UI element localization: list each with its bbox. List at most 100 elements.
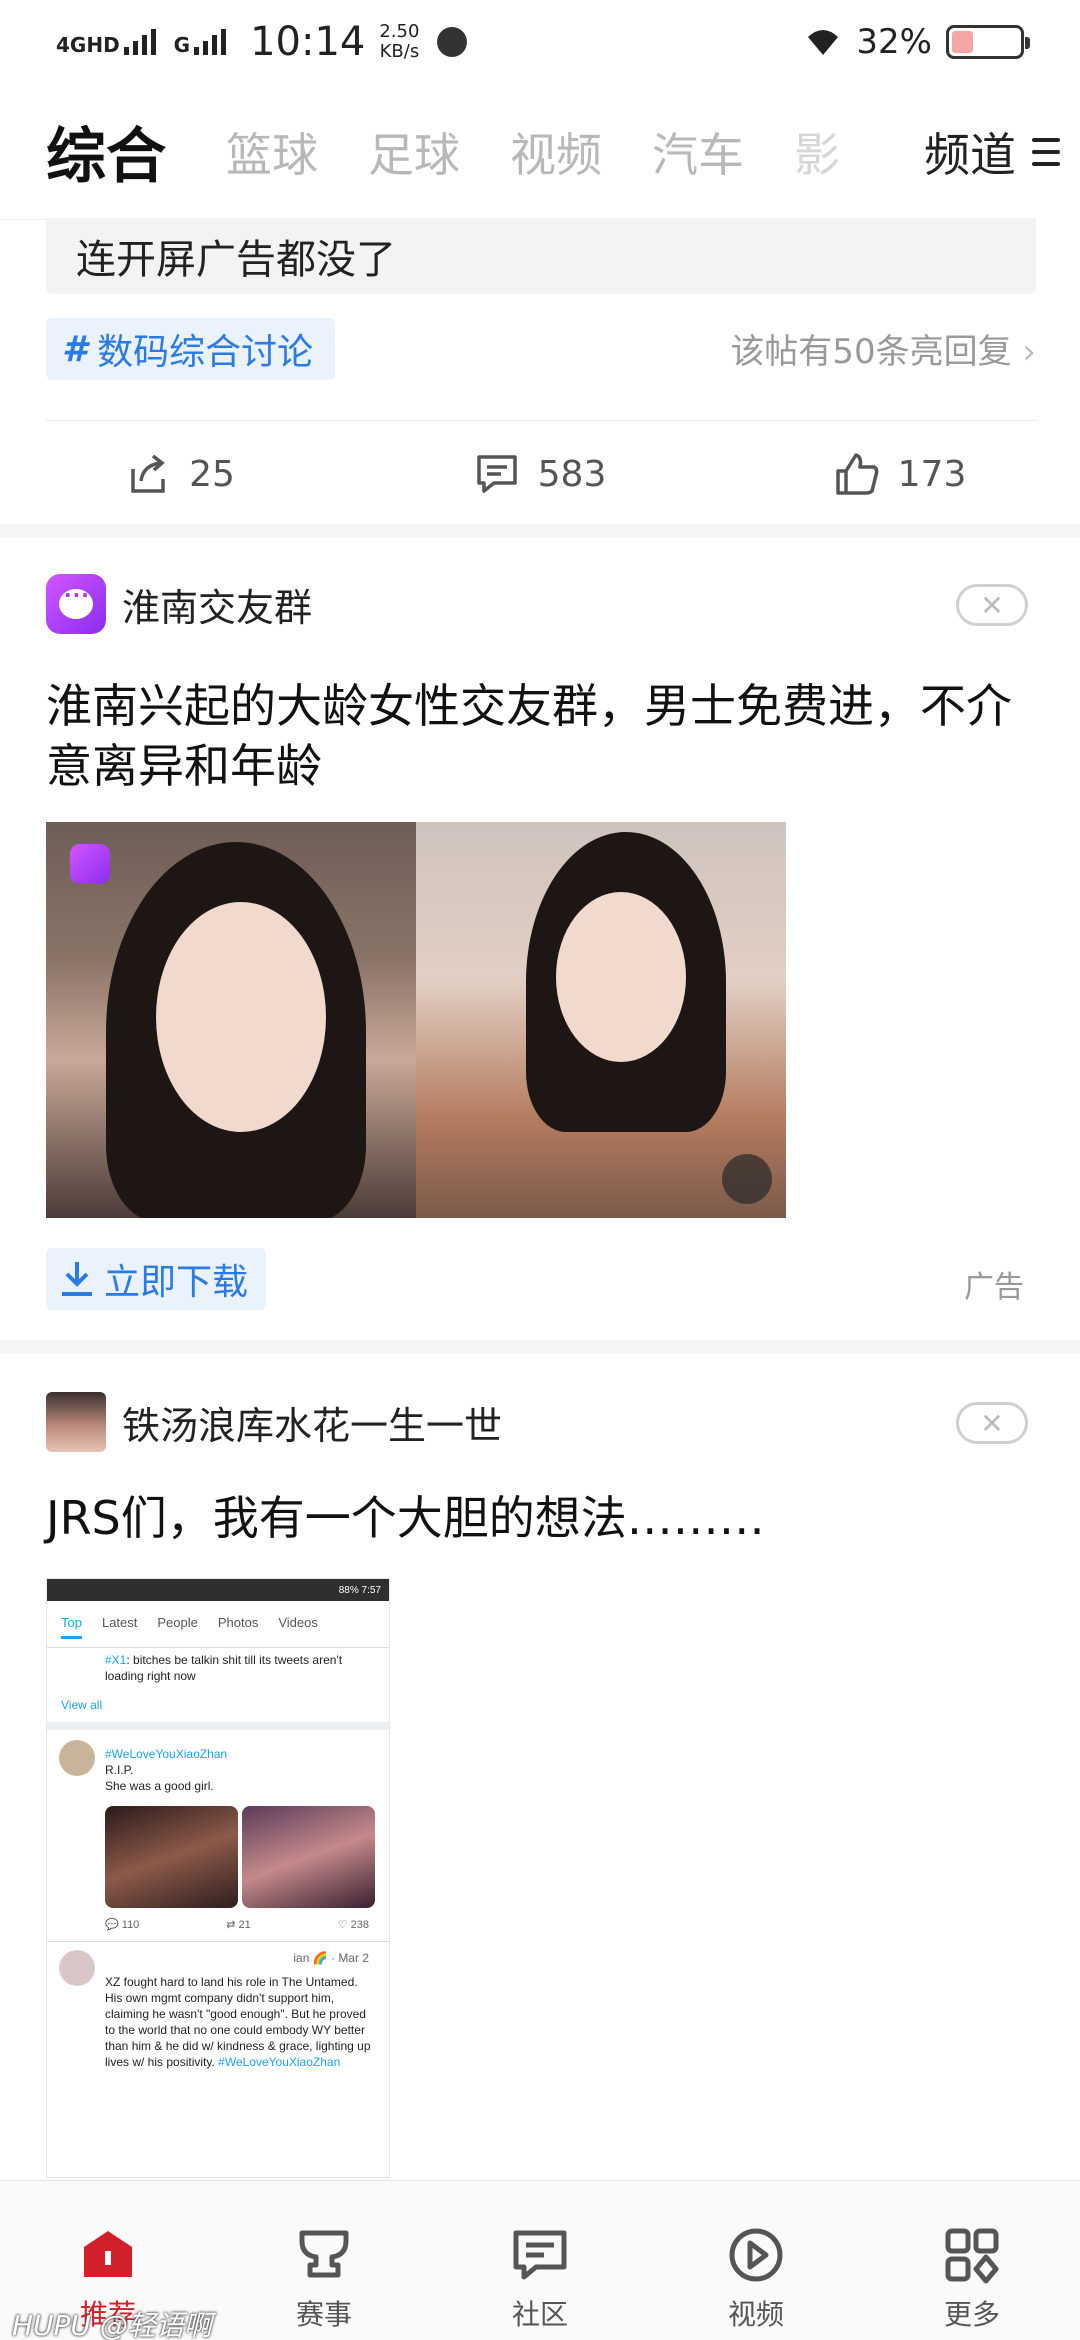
- section-separator-2: [0, 1340, 1080, 1354]
- divider: [46, 420, 1036, 421]
- ad-photo-left: [46, 822, 416, 1218]
- nav-community-label: 社区: [511, 2298, 568, 2331]
- nav-more-label: 更多: [943, 2298, 1000, 2331]
- close-icon: ✕: [980, 1406, 1004, 1440]
- battery-percentage: 32%: [856, 22, 932, 62]
- nav-community[interactable]: 社区: [432, 2181, 648, 2340]
- cellular-signal-2: G: [173, 29, 227, 57]
- comment-count: 583: [537, 453, 607, 495]
- download-button[interactable]: 立即下载: [46, 1248, 267, 1310]
- close-post-button[interactable]: ✕: [956, 1402, 1028, 1444]
- shot-likes: ♡ 238: [337, 1919, 369, 1931]
- home-icon: [84, 2231, 132, 2277]
- tab-video[interactable]: 视频: [510, 119, 602, 185]
- channel-button[interactable]: 频道: [850, 84, 1080, 220]
- shot-replies: 💬 110: [105, 1919, 140, 1931]
- battery-icon: [946, 25, 1030, 59]
- nav-video[interactable]: 视频: [648, 2181, 864, 2340]
- shot-tab-top: Top: [61, 1615, 82, 1639]
- wifi-icon: [808, 30, 839, 55]
- ad-label: 广告: [964, 1270, 1024, 1305]
- share-icon: [131, 454, 165, 493]
- close-ad-button[interactable]: ✕: [956, 584, 1028, 626]
- post3-author: 铁汤浪库水花一生一世: [122, 1403, 503, 1448]
- hashtag-icon: #: [62, 328, 88, 370]
- network-speed: 2.50 KB/s: [379, 22, 419, 62]
- shot-tabs: Top Latest People Photos Videos: [47, 1601, 389, 1648]
- shot-avatar: [59, 1740, 95, 1776]
- like-count: 173: [897, 453, 967, 495]
- trophy-icon: [299, 2230, 349, 2278]
- chevron-right-icon: ›: [1022, 332, 1036, 372]
- nav-matches[interactable]: 赛事: [216, 2181, 432, 2340]
- network-type-label: 4GHD: [56, 33, 120, 57]
- shot-tab-photos: Photos: [217, 1615, 259, 1630]
- post3-image[interactable]: 88% 7:57 Top Latest People Photos Videos…: [46, 1578, 390, 2178]
- shot-tweet-images: [105, 1806, 375, 1908]
- menu-icon: [1032, 138, 1060, 166]
- category-tabs: 综合 篮球 足球 视频 汽车 影 频道: [0, 84, 1080, 220]
- shot-tweet-2-line1: R.I.P.: [105, 1763, 134, 1777]
- shot-tweet-1-text: : bitches be talkin shit till its tweets…: [105, 1653, 343, 1683]
- topic-tag[interactable]: # 数码综合讨论: [46, 318, 336, 380]
- app-logo-badge-icon: [70, 844, 110, 884]
- tab-cars[interactable]: 汽车: [652, 119, 744, 185]
- shot-tab-people: People: [157, 1615, 198, 1630]
- cellular-signal-1: 4GHD: [56, 29, 156, 55]
- app-logo-icon: [46, 574, 106, 634]
- shot-tweet-2-line2: She was a good girl.: [105, 1779, 214, 1793]
- signal-bars-icon: [123, 29, 156, 55]
- grid-icon: [945, 2228, 999, 2284]
- ad-photo-right: [416, 822, 786, 1218]
- like-button[interactable]: 173: [720, 430, 1080, 518]
- post-quote[interactable]: 连开屏广告都没了: [46, 218, 1036, 294]
- post-actions: 25 583 173: [0, 430, 1080, 518]
- shot-tweet-1: #X1: bitches be talkin shit till its twe…: [47, 1648, 389, 1688]
- clock: 10:14: [250, 19, 366, 65]
- shot-tweet-1-tag: #X1: [105, 1653, 127, 1667]
- bright-replies-link[interactable]: 该帖有50条亮回复 ›: [730, 324, 1036, 373]
- network-type-label-2: G: [173, 33, 191, 57]
- topic-label: 数码综合讨论: [97, 332, 314, 373]
- shot-avatar-2: [59, 1950, 95, 1986]
- shot-retweets: ⇄ 21: [226, 1919, 251, 1931]
- reply-hint-text: 该帖有50条亮回复: [730, 332, 1012, 372]
- ad-image[interactable]: [46, 822, 786, 1218]
- channel-label: 频道: [924, 128, 1016, 182]
- share-button[interactable]: 25: [0, 430, 360, 518]
- play-icon: [729, 2228, 783, 2282]
- ad-author: 淮南交友群: [122, 585, 313, 630]
- image-watermark: HUPU @轻语啊: [12, 2309, 212, 2340]
- post3-header[interactable]: 铁汤浪库水花一生一世: [46, 1392, 502, 1452]
- status-bar: 4GHD G 10:14 2.50 KB/s 32%: [0, 0, 1080, 84]
- community-icon: [513, 2230, 567, 2280]
- close-icon: ✕: [980, 588, 1004, 622]
- speed-unit: KB/s: [379, 41, 420, 62]
- signal-bars-icon-2: [194, 29, 227, 55]
- download-icon: [62, 1262, 92, 1296]
- shot-status-bar: 88% 7:57: [47, 1579, 389, 1601]
- shot-tweet-3-meta: ian 🌈 · Mar 2: [293, 1951, 369, 1965]
- tab-comprehensive[interactable]: 综合: [46, 108, 166, 195]
- shot-tweet-2: #WeLoveYouXiaoZhan R.I.P. She was a good…: [47, 1730, 389, 1798]
- shot-tweet-stats: 💬 110 ⇄ 21 ♡ 238: [47, 1908, 389, 1942]
- tab-movies[interactable]: 影: [794, 119, 840, 185]
- shot-tweet-3-tag: #WeLoveYouXiaoZhan: [218, 2055, 341, 2069]
- shot-tweet-2-tag: #WeLoveYouXiaoZhan: [105, 1747, 228, 1761]
- tab-football[interactable]: 足球: [368, 119, 460, 185]
- download-label: 立即下载: [104, 1262, 249, 1303]
- thumbs-up-icon: [835, 453, 879, 495]
- nav-matches-label: 赛事: [295, 2298, 352, 2331]
- shot-tweet-3: XZ fought hard to land his role in The U…: [47, 1970, 389, 2074]
- shot-view-all: View all: [47, 1688, 389, 1730]
- comment-button[interactable]: 583: [360, 430, 720, 518]
- share-count: 25: [189, 453, 235, 495]
- globe-icon: [437, 27, 468, 57]
- tab-basketball[interactable]: 篮球: [226, 119, 318, 185]
- avatar: [46, 1392, 106, 1452]
- battery-fill: [952, 31, 974, 53]
- post3-title[interactable]: JRS们，我有一个大胆的想法………: [46, 1488, 1036, 1548]
- nav-more[interactable]: 更多: [864, 2181, 1080, 2340]
- ad-post-header[interactable]: 淮南交友群: [46, 574, 312, 634]
- ad-title[interactable]: 淮南兴起的大龄女性交友群，男士免费进，不介意离异和年龄: [46, 676, 1036, 796]
